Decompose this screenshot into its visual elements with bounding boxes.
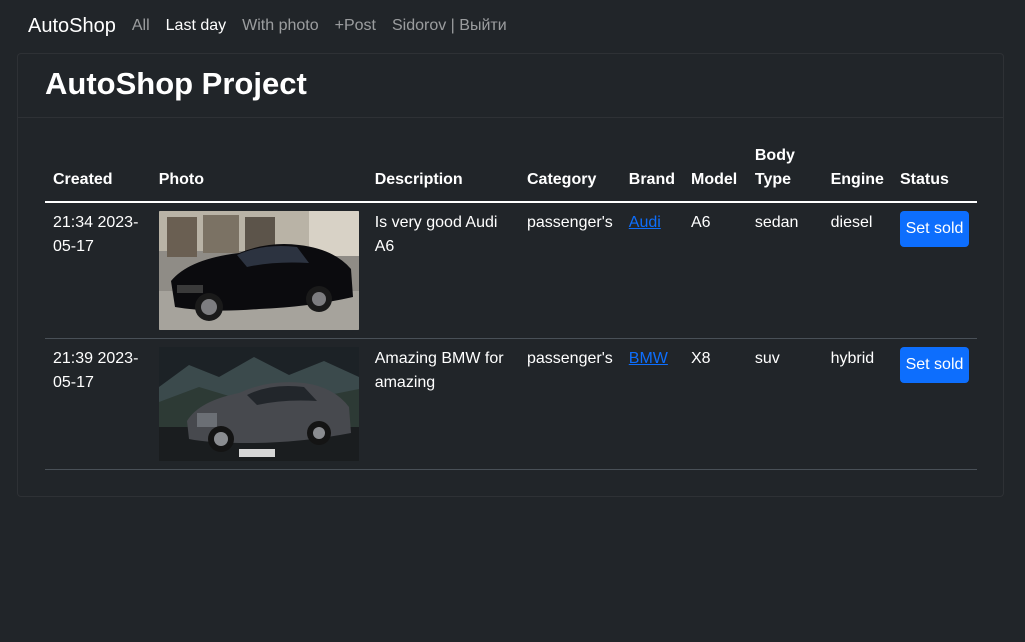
cell-status: Set sold [892,202,977,339]
header-engine: Engine [822,140,892,203]
cell-created: 21:39 2023-05-17 [45,338,151,470]
main-card: AutoShop Project Created Photo Descripti… [17,53,1004,497]
nav-link-all[interactable]: All [132,17,150,35]
header-description: Description [366,140,519,203]
cell-body-type: suv [746,338,823,470]
set-sold-button[interactable]: Set sold [900,211,969,247]
cell-status: Set sold [892,338,977,470]
brand-link-audi[interactable]: Audi [629,214,661,231]
posts-table: Created Photo Description Category Brand… [45,140,977,470]
cell-description: Is very good Audi A6 [366,202,519,339]
header-created: Created [45,140,151,203]
set-sold-button[interactable]: Set sold [900,347,969,383]
header-category: Category [518,140,621,203]
cell-model: A6 [683,202,747,339]
cell-engine: diesel [822,202,892,339]
cell-category: passenger's [518,202,621,339]
navbar-brand[interactable]: AutoShop [28,15,116,38]
cell-description: Amazing BMW for amazing [366,338,519,470]
brand-link-bmw[interactable]: BMW [629,350,668,367]
cell-model: X8 [683,338,747,470]
cell-photo [150,338,367,470]
table-row: 21:39 2023-05-17 Amazing BMW for amazing… [45,338,977,470]
cell-engine: hybrid [822,338,892,470]
header-status: Status [892,140,977,203]
nav-link-user-logout[interactable]: Sidorov | Выйти [392,17,507,35]
header-model: Model [683,140,747,203]
cell-body-type: sedan [746,202,823,339]
header-photo: Photo [150,140,367,203]
cell-brand: BMW [620,338,683,470]
cell-created: 21:34 2023-05-17 [45,202,151,339]
nav-link-last-day[interactable]: Last day [166,17,226,35]
cell-brand: Audi [620,202,683,339]
nav-link-post[interactable]: +Post [335,17,376,35]
nav-link-with-photo[interactable]: With photo [242,17,318,35]
car-photo-audi [158,211,359,330]
top-navbar: AutoShop All Last day With photo +Post S… [0,0,1025,52]
page-title: AutoShop Project [45,66,307,101]
card-header: AutoShop Project [18,54,1003,118]
car-photo-bmw [158,347,359,461]
table-header-row: Created Photo Description Category Brand… [45,140,977,203]
cell-photo [150,202,367,339]
table-row: 21:34 2023-05-17 Is very good Audi A6 pa… [45,202,977,339]
header-body-type: Body Type [746,140,823,203]
header-brand: Brand [620,140,683,203]
cell-category: passenger's [518,338,621,470]
